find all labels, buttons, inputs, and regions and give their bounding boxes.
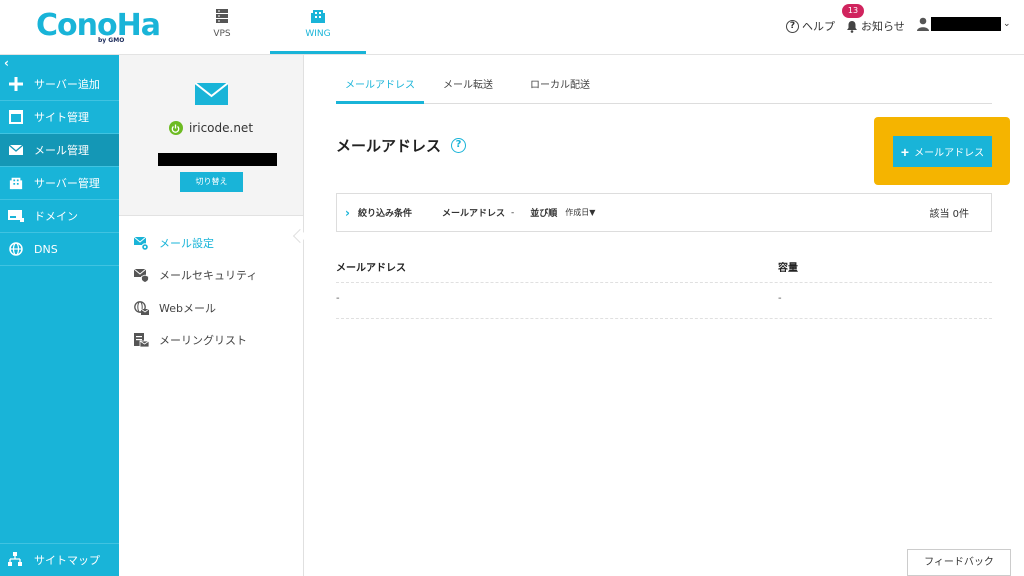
sidebar-item-label: DNS xyxy=(34,242,58,256)
window-icon xyxy=(8,109,24,125)
mail-icon xyxy=(8,142,24,158)
table-cell-capacity: - xyxy=(778,293,782,304)
notice-label: お知らせ xyxy=(861,20,905,33)
domain-row: iricode.net xyxy=(119,121,303,135)
submenu-mail-settings[interactable]: メール設定 xyxy=(134,235,214,251)
sidebar-item-domain[interactable]: ドメイン xyxy=(0,200,119,233)
logo-subtext: by GMO xyxy=(98,37,125,44)
sidebar-item-sitemap[interactable]: サイトマップ xyxy=(0,543,119,576)
add-mail-address-button[interactable]: + メールアドレス xyxy=(893,136,992,167)
left-sidebar: ‹ サーバー追加 サイト管理 メール管理 サーバー管理 ドメイン DNS サイト… xyxy=(0,55,119,576)
sidebar-item-server[interactable]: サーバー管理 xyxy=(0,167,119,200)
sitemap-icon xyxy=(8,552,24,568)
column-header-capacity: 容量 xyxy=(778,263,798,274)
sidebar-item-dns[interactable]: DNS xyxy=(0,233,119,266)
mail-tabs: メールアドレス メール転送 ローカル配送 xyxy=(336,74,992,104)
sidebar-item-label: ドメイン xyxy=(34,210,78,223)
nav-label-vps: VPS xyxy=(213,29,231,39)
help-link[interactable]: ? ヘルプ xyxy=(786,18,835,34)
table-divider xyxy=(336,318,992,319)
webmail-icon xyxy=(134,300,149,315)
sitemap-label: サイトマップ xyxy=(34,554,100,567)
bell-icon xyxy=(847,20,857,33)
submenu-mailing-list[interactable]: メーリングリスト xyxy=(134,332,247,348)
sidebar-item-add-server[interactable]: サーバー追加 xyxy=(0,68,119,101)
main-content: メールアドレス メール転送 ローカル配送 メールアドレス ? + メールアドレス… xyxy=(304,55,1024,576)
filter-label: 絞り込み条件 xyxy=(357,209,412,219)
nav-tab-vps[interactable]: VPS xyxy=(192,0,252,54)
result-count: 該当 0件 xyxy=(929,209,969,220)
globe-icon xyxy=(8,241,24,257)
tab-local-delivery[interactable]: ローカル配送 xyxy=(516,74,604,104)
submenu-label: メール設定 xyxy=(159,237,214,250)
mail-submenu-panel: iricode.net 切り替え メール設定 メールセキュリティ Webメール … xyxy=(119,55,308,576)
account-box: iricode.net 切り替え xyxy=(119,55,303,216)
submenu-label: メールセキュリティ xyxy=(159,269,258,282)
nav-tab-wing[interactable]: WING xyxy=(270,0,366,54)
filter-bar[interactable]: › 絞り込み条件 メールアドレス - 並び順 作成日▼ 該当 0件 xyxy=(336,193,992,232)
mail-security-icon xyxy=(134,268,149,283)
plus-icon: + xyxy=(900,143,910,160)
nav-label-wing: WING xyxy=(305,29,331,39)
sidebar-item-label: サイト管理 xyxy=(34,111,89,124)
building-icon xyxy=(8,175,24,191)
tab-mail-forward[interactable]: メール転送 xyxy=(432,74,504,104)
filter-mail-value: - xyxy=(510,207,515,218)
sidebar-item-site[interactable]: サイト管理 xyxy=(0,101,119,134)
user-menu[interactable]: ⌄ xyxy=(917,17,1011,31)
page-title: メールアドレス ? xyxy=(336,135,467,156)
column-header-mail-address: メールアドレス xyxy=(336,263,406,274)
help-question-icon[interactable]: ? xyxy=(451,138,467,153)
feedback-button[interactable]: フィードバック xyxy=(907,549,1011,576)
server-icon xyxy=(216,9,228,23)
submenu-webmail[interactable]: Webメール xyxy=(134,300,216,316)
building-icon xyxy=(311,10,325,23)
plus-icon xyxy=(8,76,24,92)
filter-mail-label: メールアドレス xyxy=(441,209,505,219)
chevron-right-icon: › xyxy=(345,205,350,220)
switch-button[interactable]: 切り替え xyxy=(180,172,243,192)
question-icon: ? xyxy=(786,19,799,33)
table-cell-mail-address: - xyxy=(336,293,340,304)
page-title-text: メールアドレス xyxy=(336,137,442,155)
help-label: ヘルプ xyxy=(802,20,835,33)
submenu-mail-security[interactable]: メールセキュリティ xyxy=(134,267,257,283)
chevron-down-icon: ⌄ xyxy=(1003,19,1011,29)
redacted-info xyxy=(158,153,277,166)
notification-count-badge: 13 xyxy=(842,4,864,18)
filter-sort-value: 作成日▼ xyxy=(565,208,596,217)
tab-mail-address[interactable]: メールアドレス xyxy=(336,74,424,104)
domain-name: iricode.net xyxy=(188,121,254,135)
add-button-label: メールアドレス xyxy=(914,148,985,159)
conoha-logo[interactable]: ConoHa by GMO xyxy=(36,10,161,45)
notice-link[interactable]: お知らせ xyxy=(846,18,905,34)
power-status-icon xyxy=(168,121,183,135)
table-divider xyxy=(336,282,992,283)
submenu-label: メーリングリスト xyxy=(159,334,247,347)
mailing-list-icon xyxy=(134,332,149,347)
submenu-label: Webメール xyxy=(159,302,216,315)
domain-icon xyxy=(8,208,24,224)
sidebar-item-label: サーバー管理 xyxy=(34,177,100,190)
user-name-redacted xyxy=(931,17,1001,31)
envelope-icon xyxy=(195,83,228,105)
user-icon xyxy=(917,17,929,31)
filter-sort-label: 並び順 xyxy=(530,209,558,219)
sidebar-item-label: サーバー追加 xyxy=(34,78,100,91)
sidebar-item-label: メール管理 xyxy=(34,144,89,157)
top-header: ConoHa by GMO VPS WING ? ヘルプ 13 お知らせ ⌄ xyxy=(0,0,1024,55)
mail-settings-icon xyxy=(134,236,149,251)
sidebar-item-mail[interactable]: メール管理 xyxy=(0,134,119,167)
